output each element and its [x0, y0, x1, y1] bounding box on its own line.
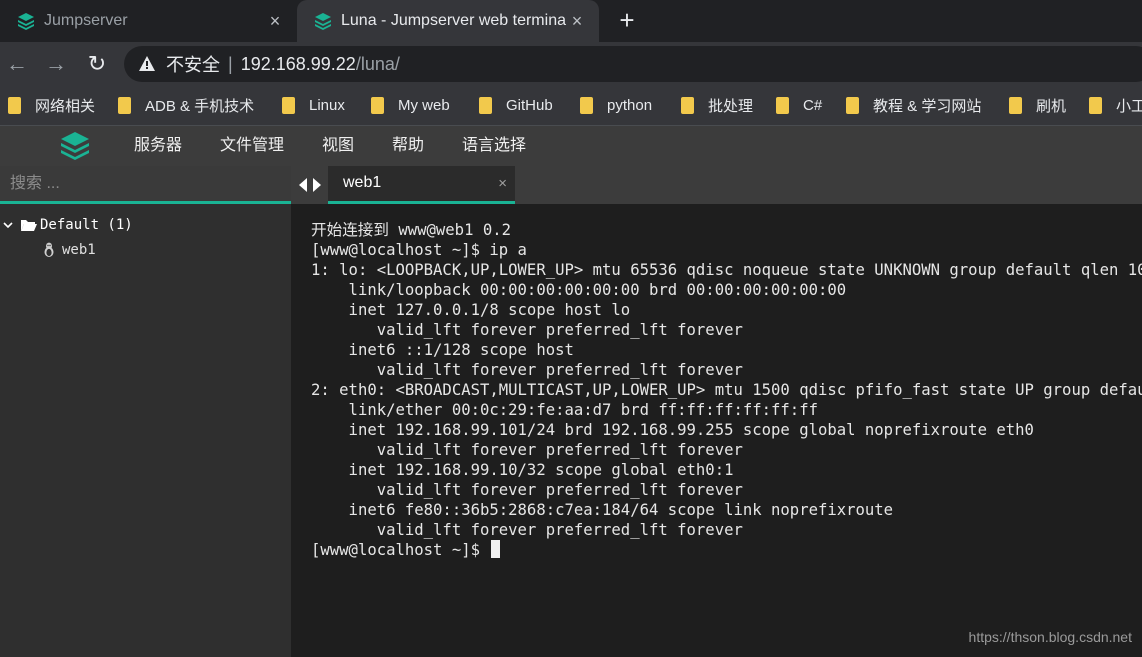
close-tab-icon[interactable]: ×: [567, 11, 587, 32]
folder-icon: [580, 96, 593, 114]
bookmark-folder[interactable]: 批处理: [681, 86, 753, 124]
tab-scroll-arrows-icon[interactable]: [297, 176, 325, 194]
warning-icon: [139, 56, 155, 71]
folder-icon: [479, 96, 492, 114]
jumpserver-favicon-icon: [315, 13, 331, 30]
browser-tab-jumpserver[interactable]: Jumpserver ×: [0, 0, 297, 42]
bookmark-folder[interactable]: C#: [776, 86, 822, 124]
bookmark-folder[interactable]: 教程 & 学习网站: [846, 86, 981, 124]
terminal-line: valid_lft forever preferred_lft forever: [311, 361, 743, 379]
terminal-tab-strip: web1 ×: [291, 166, 1142, 204]
terminal-lines: 开始连接到 www@web1 0.2 [www@localhost ~]$ ip …: [311, 220, 1142, 560]
bookmark-label: 教程 & 学习网站: [873, 97, 982, 115]
not-secure-label[interactable]: 不安全: [166, 51, 220, 77]
terminal-line: valid_lft forever preferred_lft forever: [311, 481, 743, 499]
folder-icon: [776, 96, 789, 114]
bookmark-label: 网络相关: [35, 97, 96, 115]
bookmark-folder[interactable]: 刷机: [1009, 86, 1066, 124]
bookmark-folder[interactable]: ADB & 手机技术: [118, 86, 254, 124]
address-separator: |: [228, 53, 233, 74]
browser-toolbar: ← → ↻ 不安全 | 192.168.99.22/luna/: [0, 42, 1142, 86]
menu-servers[interactable]: 服务器: [134, 126, 182, 166]
folder-icon: [371, 96, 384, 114]
folder-icon: [681, 96, 694, 114]
terminal-line: 2: eth0: <BROADCAST,MULTICAST,UP,LOWER_U…: [311, 381, 1142, 399]
terminal-line: 1: lo: <LOOPBACK,UP,LOWER_UP> mtu 65536 …: [311, 261, 1142, 279]
close-terminal-tab-icon[interactable]: ×: [498, 175, 507, 192]
terminal-prompt: [www@localhost ~]$: [311, 541, 490, 559]
tab-title: Luna - Jumpserver web terminal: [341, 12, 567, 29]
terminal-line: inet 192.168.99.10/32 scope global eth0:…: [311, 461, 734, 479]
tree-item-web1[interactable]: web1: [42, 239, 96, 261]
terminal-line: 开始连接到 www@web1 0.2: [311, 221, 512, 239]
bookmark-folder[interactable]: 网络相关: [8, 86, 95, 124]
terminal-line: inet6 ::1/128 scope host: [311, 341, 574, 359]
bookmark-folder[interactable]: Linux: [282, 86, 345, 124]
bookmark-label: GitHub: [506, 96, 553, 114]
folder-icon: [1089, 96, 1102, 114]
bookmark-label: C#: [803, 96, 823, 114]
bookmark-label: 刷机: [1036, 97, 1067, 115]
terminal-line: inet 127.0.0.1/8 scope host lo: [311, 301, 631, 319]
search-input[interactable]: [0, 166, 291, 204]
tab-title: Jumpserver: [44, 12, 128, 29]
browser-tab-luna[interactable]: Luna - Jumpserver web terminal ×: [297, 0, 599, 42]
bookmark-folder[interactable]: 小工: [1089, 86, 1142, 124]
terminal-tab-web1[interactable]: web1 ×: [328, 166, 515, 204]
menu-help[interactable]: 帮助: [392, 126, 424, 166]
folder-icon: [8, 96, 21, 114]
terminal-line: valid_lft forever preferred_lft forever: [311, 321, 743, 339]
asset-sidebar: Default (1) web1: [0, 166, 291, 657]
bookmark-label: Linux: [309, 96, 345, 114]
terminal-line: link/loopback 00:00:00:00:00:00 brd 00:0…: [311, 281, 847, 299]
bookmark-folder[interactable]: My web: [371, 86, 450, 124]
url-path: /luna/: [355, 53, 400, 74]
watermark-text: https://thson.blog.csdn.net: [968, 629, 1132, 645]
terminal-line: inet 192.168.99.101/24 brd 192.168.99.25…: [311, 421, 1034, 439]
bookmark-label: ADB & 手机技术: [145, 97, 255, 115]
new-tab-button[interactable]: +: [612, 4, 642, 36]
url-host: 192.168.99.22: [240, 53, 356, 74]
terminal-line: valid_lft forever preferred_lft forever: [311, 521, 743, 539]
folder-icon: [282, 96, 295, 114]
bookmark-folder[interactable]: python: [580, 86, 652, 124]
terminal-output[interactable]: 开始连接到 www@web1 0.2 [www@localhost ~]$ ip …: [291, 204, 1142, 657]
terminal-line: valid_lft forever preferred_lft forever: [311, 441, 743, 459]
terminal-line: link/ether 00:0c:29:fe:aa:d7 brd ff:ff:f…: [311, 401, 818, 419]
address-bar[interactable]: 不安全 | 192.168.99.22/luna/: [124, 46, 1142, 82]
linux-icon: [44, 242, 54, 257]
tree-group-label: Default (1): [40, 217, 133, 233]
folder-open-icon: [21, 220, 37, 231]
menu-file-management[interactable]: 文件管理: [220, 126, 284, 166]
bookmark-label: python: [607, 96, 653, 114]
tree-item-label: web1: [62, 242, 96, 258]
terminal-line: inet6 fe80::36b5:2868:c7ea:184/64 scope …: [311, 501, 894, 519]
reload-button[interactable]: ↻: [83, 50, 111, 78]
terminal-cursor: [491, 540, 501, 558]
bookmark-label: 批处理: [708, 97, 754, 115]
tree-group-default[interactable]: Default (1): [2, 214, 133, 236]
browser-tab-bar: Jumpserver × Luna - Jumpserver web termi…: [0, 0, 1142, 42]
folder-icon: [118, 96, 131, 114]
menu-language[interactable]: 语言选择: [462, 126, 526, 166]
forward-button[interactable]: →: [42, 50, 70, 78]
menu-view[interactable]: 视图: [322, 126, 354, 166]
folder-icon: [846, 96, 859, 114]
bookmark-label: 小工: [1116, 97, 1142, 115]
jumpserver-logo-icon: [61, 132, 89, 160]
jumpserver-favicon-icon: [18, 13, 34, 30]
chevron-down-icon[interactable]: [2, 219, 14, 231]
terminal-prompt-line: [www@localhost ~]$: [311, 540, 1142, 560]
back-button[interactable]: ←: [3, 50, 31, 78]
terminal-line: [www@localhost ~]$ ip a: [311, 241, 527, 259]
folder-icon: [1009, 96, 1022, 114]
app-header: 服务器 文件管理 视图 帮助 语言选择: [0, 126, 1142, 166]
bookmark-label: My web: [398, 96, 450, 114]
bookmarks-bar: 网络相关 ADB & 手机技术 Linux My web GitHub pyth…: [0, 86, 1142, 126]
bookmark-folder[interactable]: GitHub: [479, 86, 553, 124]
close-tab-icon[interactable]: ×: [265, 11, 285, 32]
terminal-tab-label: web1: [343, 174, 382, 191]
